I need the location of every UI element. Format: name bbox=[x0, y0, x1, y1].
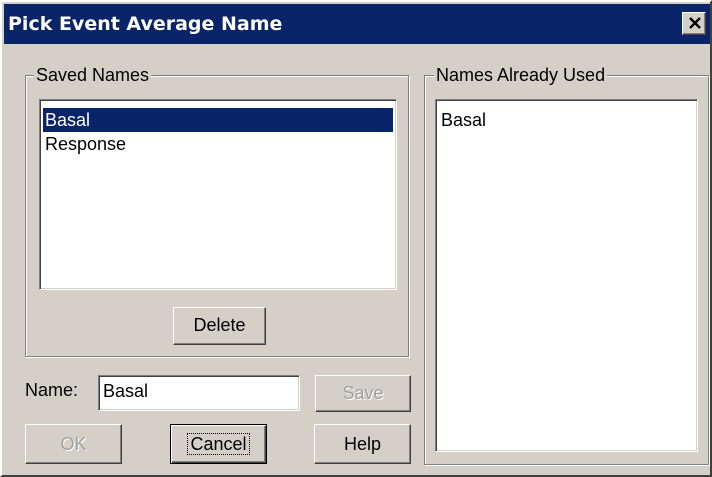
names-used-list[interactable]: Basal bbox=[435, 99, 698, 452]
help-button-label: Help bbox=[343, 434, 382, 454]
name-field[interactable]: Basal bbox=[98, 375, 300, 411]
saved-names-legend: Saved Names bbox=[34, 65, 152, 85]
title-bar[interactable]: Pick Event Average Name bbox=[4, 4, 710, 44]
name-label: Name: bbox=[25, 380, 79, 400]
save-button-label: Save bbox=[342, 383, 384, 403]
names-used-legend: Names Already Used bbox=[434, 65, 608, 85]
list-item-label: Basal bbox=[441, 110, 487, 130]
list-item[interactable]: Basal bbox=[439, 108, 694, 132]
window-title: Pick Event Average Name bbox=[8, 13, 283, 35]
close-button[interactable] bbox=[682, 12, 706, 35]
delete-button-label: Delete bbox=[193, 315, 246, 335]
ok-button[interactable]: OK bbox=[25, 424, 122, 464]
dialog-window: Pick Event Average Name Saved Names Basa… bbox=[0, 0, 712, 477]
close-icon bbox=[689, 17, 701, 29]
cancel-button[interactable]: Cancel bbox=[170, 424, 267, 464]
help-button[interactable]: Help bbox=[314, 424, 411, 464]
save-button[interactable]: Save bbox=[315, 375, 411, 412]
list-item-label: Basal bbox=[45, 110, 91, 130]
delete-button[interactable]: Delete bbox=[173, 307, 266, 345]
list-item[interactable]: Response bbox=[43, 132, 393, 156]
saved-names-list[interactable]: Basal Response bbox=[39, 99, 397, 290]
list-item-label: Response bbox=[45, 134, 127, 154]
ok-button-label: OK bbox=[60, 434, 87, 454]
list-item[interactable]: Basal bbox=[43, 108, 393, 132]
cancel-button-label: Cancel bbox=[187, 433, 250, 455]
